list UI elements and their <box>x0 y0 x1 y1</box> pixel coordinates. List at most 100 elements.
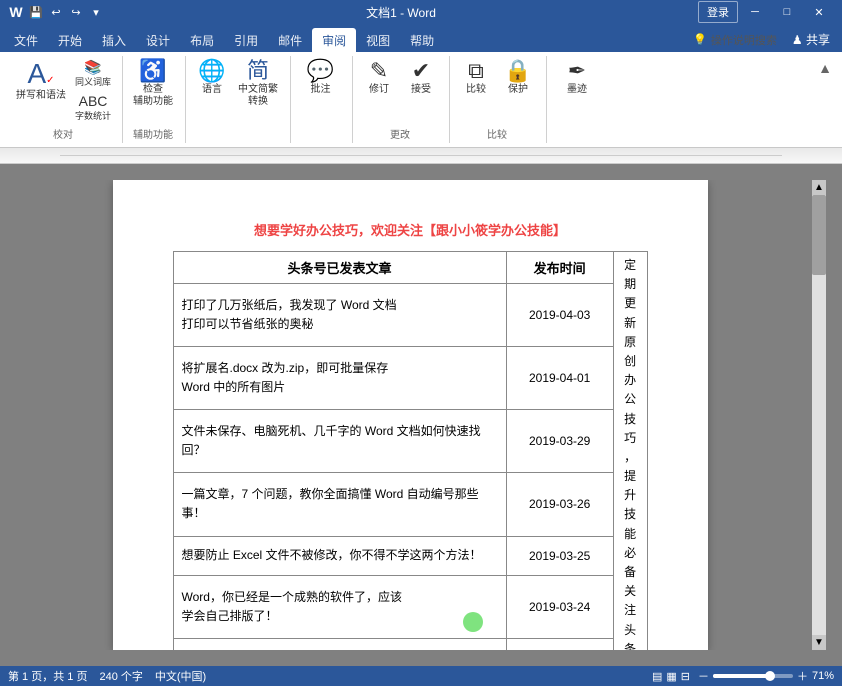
accessibility-label: 检查辅助功能 <box>133 84 173 108</box>
group-comment: 💬 批注 <box>293 56 353 143</box>
comment-label: 批注 <box>311 84 331 96</box>
tab-review[interactable]: 审阅 <box>312 28 356 52</box>
table-row: 打印了几万张纸后，我发现了 Word 文档打印可以节省纸张的奥秘2019-04-… <box>173 284 613 347</box>
group-language-content: 🌐 语言 简 中文简繁转换 <box>192 58 282 139</box>
thesaurus-icon: 📚 <box>84 60 101 74</box>
minimize-button[interactable]: ─ <box>740 0 770 24</box>
group-ink-content: ✒ 墨迹 <box>557 58 597 139</box>
track-label: 修订 <box>369 84 389 96</box>
wordcount-icon: ABC <box>79 94 108 108</box>
tab-view[interactable]: 视图 <box>356 28 400 52</box>
page-info: 第 1 页，共 1 页 <box>8 668 87 684</box>
zoom-out-button[interactable]: － <box>698 668 709 684</box>
accept-button[interactable]: ✔ 接受 <box>401 58 441 98</box>
tab-insert[interactable]: 插入 <box>92 28 136 52</box>
document-title: 文档1 - Word <box>366 4 436 21</box>
vertical-scrollbar[interactable]: ▲ ▼ <box>812 180 826 650</box>
ribbon-collapse-button[interactable]: ▲ <box>816 58 834 78</box>
close-button[interactable]: ✕ <box>804 0 834 24</box>
tab-file[interactable]: 文件 <box>4 28 48 52</box>
tab-layout[interactable]: 布局 <box>180 28 224 52</box>
table-area: 头条号已发表文章 发布时间 打印了几万张纸后，我发现了 Word 文档打印可以节… <box>173 251 648 650</box>
table-row: Word，你已经是一个成熟的软件了，应该学会自己排版了！2019-03-24 <box>173 576 613 639</box>
spellcheck-label: 拼写和语法 <box>16 90 66 102</box>
scroll-up-button[interactable]: ▲ <box>812 180 826 195</box>
simplify-icon: 简 <box>247 60 269 82</box>
compare-icon: ⧉ <box>468 60 484 82</box>
tab-home[interactable]: 开始 <box>48 28 92 52</box>
comment-button[interactable]: 💬 批注 <box>301 58 341 98</box>
article-date-cell: 2019-03-25 <box>506 536 613 576</box>
table-row: 文件未保存、电脑死机、几千字的 Word 文档如何快速找回？2019-03-29 <box>173 410 613 473</box>
login-button[interactable]: 登录 <box>698 1 738 23</box>
group-compare: ⧉ 比较 🔒 保护 比较 <box>452 56 547 143</box>
group-accessibility-label: 辅助功能 <box>133 124 173 141</box>
read-layout-icon[interactable]: ⊟ <box>681 670 690 683</box>
article-content-cell: 如何在 Word 纵向页面中添加横向页面，知乎 2 万人推荐这 2 个方法！ <box>173 639 506 650</box>
ribbon-tabs: 文件 开始 插入 设计 布局 引用 邮件 审阅 视图 帮助 💡 操作说明搜索 ♟… <box>0 24 842 52</box>
zoom-percent[interactable]: 71% <box>812 670 834 682</box>
undo-quick-icon[interactable]: ↩ <box>48 4 64 20</box>
wordcount-button[interactable]: ABC 字数统计 <box>72 92 114 124</box>
check-accessibility-button[interactable]: ♿ 检查辅助功能 <box>129 58 177 110</box>
app-window: W 💾 ↩ ↪ ▾ 文档1 - Word 登录 ─ □ ✕ 文件 开始 插入 设… <box>0 0 842 686</box>
group-accessibility-content: ♿ 检查辅助功能 <box>129 58 177 124</box>
group-jiaodui-label: 校对 <box>53 124 73 141</box>
share-button[interactable]: ♟ 共享 <box>784 27 838 52</box>
ink-icon: ✒ <box>568 60 586 82</box>
thesaurus-button[interactable]: 📚 同义词库 <box>72 58 114 90</box>
ribbon-search-area[interactable]: 💡 操作说明搜索 <box>686 29 784 51</box>
track-icon: ✎ <box>370 60 388 82</box>
scroll-down-button[interactable]: ▼ <box>812 635 826 650</box>
web-layout-icon[interactable]: ▦ <box>666 670 676 683</box>
group-ink: ✒ 墨迹 <box>549 56 609 143</box>
language-label: 语言 <box>202 84 222 96</box>
customize-quick-icon[interactable]: ▾ <box>88 4 104 20</box>
restore-button[interactable]: □ <box>772 0 802 24</box>
simplify-convert-button[interactable]: 简 中文简繁转换 <box>234 58 282 110</box>
tab-help[interactable]: 帮助 <box>400 28 444 52</box>
article-content-cell: 打印了几万张纸后，我发现了 Word 文档打印可以节省纸张的奥秘 <box>173 284 506 347</box>
spellcheck-button[interactable]: A✓ 拼写和语法 <box>12 58 70 104</box>
redo-quick-icon[interactable]: ↪ <box>68 4 84 20</box>
compare-button[interactable]: ⧉ 比较 <box>456 58 496 98</box>
page-header: 想要学好办公技巧，欢迎关注【跟小小筱学办公技能】 <box>173 220 648 239</box>
status-right: ▤ ▦ ⊟ － ＋ 71% <box>652 668 834 684</box>
print-layout-icon[interactable]: ▤ <box>652 670 662 683</box>
group-accessibility: ♿ 检查辅助功能 辅助功能 <box>125 56 186 143</box>
group-compare-content: ⧉ 比较 🔒 保护 <box>456 58 538 124</box>
word-count: 240 个字 <box>99 668 142 684</box>
jiaodui-small-buttons: 📚 同义词库 ABC 字数统计 <box>72 58 114 124</box>
protect-label: 保护 <box>508 84 528 96</box>
article-content-cell: 一篇文章，7 个问题，教你全面搞懂 Word 自动编号那些事！ <box>173 473 506 536</box>
scroll-thumb[interactable] <box>812 195 826 275</box>
document-page: 想要学好办公技巧，欢迎关注【跟小小筱学办公技能】 头条号已发表文章 发布时间 打… <box>113 180 708 650</box>
language-button[interactable]: 🌐 语言 <box>192 58 232 98</box>
ink-button[interactable]: ✒ 墨迹 <box>557 58 597 98</box>
group-jiaodui-content: A✓ 拼写和语法 📚 同义词库 ABC 字数统计 <box>12 58 114 124</box>
protect-icon: 🔒 <box>504 60 531 82</box>
tab-design[interactable]: 设计 <box>136 28 180 52</box>
document-area: 想要学好办公技巧，欢迎关注【跟小小筱学办公技能】 头条号已发表文章 发布时间 打… <box>0 164 842 666</box>
track-changes-button[interactable]: ✎ 修订 <box>359 58 399 98</box>
ribbon-right-area: 💡 操作说明搜索 ♟ 共享 <box>686 27 838 52</box>
thesaurus-label: 同义词库 <box>75 75 111 88</box>
group-track: ✎ 修订 ✔ 接受 更改 <box>355 56 450 143</box>
articles-table: 头条号已发表文章 发布时间 打印了几万张纸后，我发现了 Word 文档打印可以节… <box>173 251 614 650</box>
zoom-slider[interactable] <box>713 674 793 678</box>
article-date-cell: 2019-03-27 <box>506 639 613 650</box>
accept-icon: ✔ <box>412 60 430 82</box>
status-bar: 第 1 页，共 1 页 240 个字 中文(中国) ▤ ▦ ⊟ － ＋ 71% <box>0 666 842 686</box>
zoom-in-button[interactable]: ＋ <box>797 668 808 684</box>
search-label[interactable]: 操作说明搜索 <box>711 32 777 48</box>
document-scroll-area[interactable]: 想要学好办公技巧，欢迎关注【跟小小筱学办公技能】 头条号已发表文章 发布时间 打… <box>16 180 804 650</box>
save-quick-icon[interactable]: 💾 <box>28 4 44 20</box>
tab-references[interactable]: 引用 <box>224 28 268 52</box>
simplify-label: 中文简繁转换 <box>238 84 278 108</box>
article-date-cell: 2019-04-01 <box>506 347 613 410</box>
tab-mailings[interactable]: 邮件 <box>268 28 312 52</box>
article-date-cell: 2019-03-29 <box>506 410 613 473</box>
accept-label: 接受 <box>411 84 431 96</box>
protect-button[interactable]: 🔒 保护 <box>498 58 538 98</box>
scroll-track[interactable] <box>812 195 826 635</box>
